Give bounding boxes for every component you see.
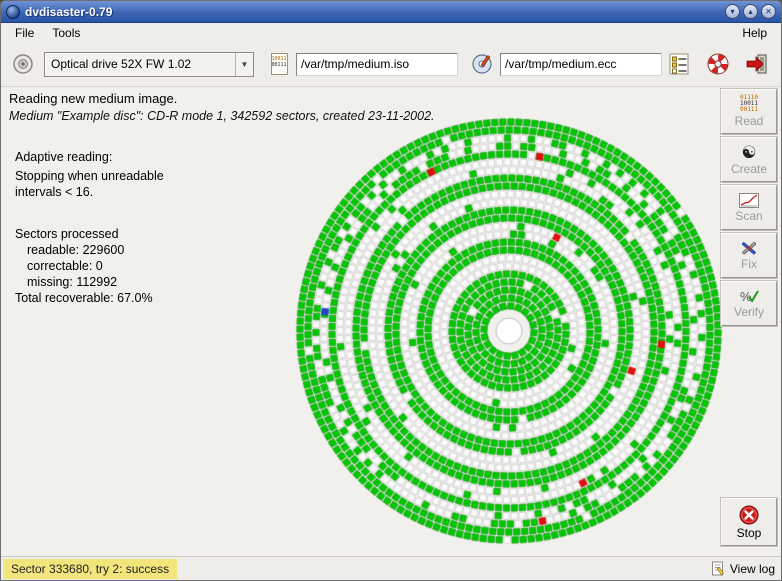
verify-button[interactable]: % Verify xyxy=(721,281,777,326)
preferences-icon xyxy=(668,52,690,76)
status-message: Sector 333680, try 2: success xyxy=(3,559,177,579)
total-recoverable: Total recoverable: 67.0% xyxy=(15,290,164,306)
menu-tools[interactable]: Tools xyxy=(47,25,85,41)
quit-icon xyxy=(745,52,769,76)
reading-info-panel: Adaptive reading: Stopping when unreadab… xyxy=(15,149,164,306)
adaptive-reading-label: Adaptive reading: xyxy=(15,149,164,165)
ecc-path-input[interactable] xyxy=(500,53,662,76)
view-log-label: View log xyxy=(730,562,775,576)
menu-help[interactable]: Help xyxy=(737,25,772,41)
main-content: Reading new medium image. Medium "Exampl… xyxy=(1,87,781,556)
create-button[interactable]: ☯ Create xyxy=(721,137,777,182)
stopping-condition-line1: Stopping when unreadable xyxy=(15,168,164,184)
create-icon: ☯ xyxy=(741,144,756,161)
drive-select-button[interactable] xyxy=(8,49,38,79)
stop-button[interactable]: Stop xyxy=(721,498,777,546)
disc-sector-visualization xyxy=(286,108,732,554)
sectors-missing: missing: 112992 xyxy=(15,274,164,290)
fix-icon xyxy=(740,240,758,256)
preferences-button[interactable] xyxy=(664,49,694,79)
minimize-button[interactable]: ▾ xyxy=(725,4,740,19)
iso-path-input[interactable] xyxy=(296,53,458,76)
verify-icon: % xyxy=(739,288,759,304)
menubar: File Tools Help xyxy=(1,23,781,42)
app-window: dvdisaster-0.79 ▾ ▴ ✕ File Tools Help Op… xyxy=(0,0,782,581)
maximize-button[interactable]: ▴ xyxy=(743,4,758,19)
drive-icon xyxy=(11,52,35,76)
quit-button[interactable] xyxy=(742,49,772,79)
sectors-correctable: correctable: 0 xyxy=(15,258,164,274)
status-headline: Reading new medium image. xyxy=(9,91,781,106)
lifesaver-icon xyxy=(706,52,730,76)
drive-combobox[interactable]: Optical drive 52X FW 1.02 ▼ xyxy=(44,52,254,77)
close-button[interactable]: ✕ xyxy=(761,4,776,19)
action-sidebar: 01110 10011 00111 Read ☯ Create Scan xyxy=(721,89,777,552)
chevron-down-icon: ▼ xyxy=(235,53,253,76)
sectors-readable: readable: 229600 xyxy=(15,242,164,258)
iso-file-icon: 10011 00111 xyxy=(266,50,292,78)
view-log-button[interactable]: View log xyxy=(711,561,775,576)
scan-button[interactable]: Scan xyxy=(721,185,777,230)
stop-icon xyxy=(739,505,759,525)
drive-combobox-value: Optical drive 52X FW 1.02 xyxy=(45,57,235,71)
ecc-file-icon xyxy=(470,50,496,78)
log-icon xyxy=(711,561,726,576)
stopping-condition-line2: intervals < 16. xyxy=(15,184,164,200)
svg-text:%: % xyxy=(740,289,752,304)
window-title: dvdisaster-0.79 xyxy=(25,5,112,19)
toolbar: Optical drive 52X FW 1.02 ▼ 10011 00111 xyxy=(1,42,781,87)
statusbar: Sector 333680, try 2: success View log xyxy=(1,556,781,580)
fix-button[interactable]: Fix xyxy=(721,233,777,278)
app-icon xyxy=(6,5,20,19)
menu-file[interactable]: File xyxy=(10,25,39,41)
titlebar[interactable]: dvdisaster-0.79 ▾ ▴ ✕ xyxy=(1,1,781,23)
sectors-processed-label: Sectors processed xyxy=(15,226,164,242)
read-icon: 01110 10011 00111 xyxy=(740,95,758,113)
scan-icon xyxy=(739,193,759,208)
read-button[interactable]: 01110 10011 00111 Read xyxy=(721,89,777,134)
help-button[interactable] xyxy=(703,49,733,79)
